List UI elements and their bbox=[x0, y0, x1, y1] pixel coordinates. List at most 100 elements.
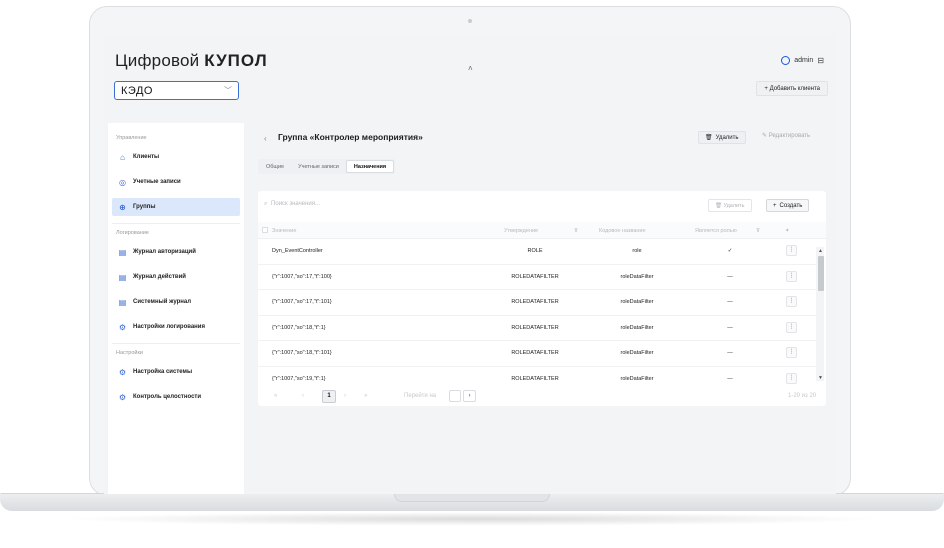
sidebar-section-title: Управление bbox=[116, 135, 147, 141]
sidebar-item-accounts[interactable]: ◎ Учетные записи bbox=[112, 173, 240, 191]
sidebar-item-system-settings[interactable]: ⚙ Настройка системы bbox=[112, 363, 240, 381]
search-icon: ⌕ bbox=[264, 201, 268, 207]
column-code[interactable]: Кодовое название bbox=[599, 228, 646, 234]
gear-icon: ⚙ bbox=[118, 322, 127, 332]
column-claim[interactable]: Утверждение bbox=[504, 228, 538, 234]
next-page-icon[interactable]: › bbox=[344, 393, 346, 399]
laptop-shadow bbox=[60, 512, 884, 526]
table-row[interactable]: Dyn_EventController ROLE role ✓ ⋮ bbox=[258, 239, 816, 265]
cell-code: roleDataFilter bbox=[620, 350, 654, 356]
table-body: Dyn_EventController ROLE role ✓ ⋮ {"r":1007,"… bbox=[258, 239, 816, 392]
column-is-role[interactable]: Является ролью bbox=[695, 228, 737, 234]
sidebar-section-title: Настройки bbox=[116, 350, 143, 356]
user-avatar-icon bbox=[781, 56, 791, 65]
row-menu-icon[interactable]: ⋮ bbox=[786, 372, 797, 384]
sidebar-divider bbox=[112, 343, 240, 344]
cell-code: roleDataFilter bbox=[620, 299, 654, 305]
sidebar-item-clients[interactable]: ⌂ Клиенты bbox=[112, 148, 240, 166]
sidebar: Управление ⌂ Клиенты ◎ Учетные записи ⊕ … bbox=[108, 123, 244, 494]
table-row[interactable]: {"r":1007,"so":17,"t":100} ROLEDATAFILTER… bbox=[258, 265, 816, 290]
sidebar-item-auth-log[interactable]: ▤ Журнал авторизаций bbox=[112, 243, 240, 261]
page-current[interactable]: 1 bbox=[322, 390, 336, 403]
search-input[interactable]: ⌕ Поиск значения... bbox=[264, 201, 320, 208]
cell-claim: ROLE bbox=[527, 248, 543, 254]
cell-code: roleDataFilter bbox=[620, 375, 654, 382]
sidebar-item-label: Настройка системы bbox=[133, 369, 193, 375]
camera-icon bbox=[468, 19, 472, 23]
logout-icon[interactable]: ⊟ bbox=[817, 56, 824, 65]
sidebar-section-title: Логирование bbox=[116, 230, 149, 236]
app-screen: Цифровой КУПОЛ ˄ admin ⊟ КЭДО ﹀ + Добави… bbox=[104, 34, 836, 494]
sidebar-item-integrity[interactable]: ⚙ Контроль целостности bbox=[112, 388, 240, 406]
goto-input[interactable] bbox=[449, 390, 461, 402]
row-menu-icon[interactable]: ⋮ bbox=[786, 321, 797, 333]
home-icon: ⌂ bbox=[120, 152, 125, 162]
create-label: Создать bbox=[779, 202, 803, 209]
assignments-card: ⌕ Поиск значения... 🗑 Удалить + Создать … bbox=[258, 191, 826, 406]
cell-claim: ROLEDATAFILTER bbox=[511, 350, 559, 356]
sidebar-item-groups[interactable]: ⊕ Группы bbox=[112, 198, 240, 216]
scrollbar-thumb[interactable] bbox=[818, 256, 824, 291]
row-menu-icon[interactable]: ⋮ bbox=[786, 270, 797, 282]
create-button[interactable]: + Создать bbox=[766, 199, 810, 212]
first-page-icon[interactable]: « bbox=[274, 393, 277, 399]
tab-assignments[interactable]: Назначения bbox=[345, 160, 395, 173]
sidebar-item-label: Настройки логирования bbox=[133, 324, 205, 330]
sidebar-item-log-settings[interactable]: ⚙ Настройки логирования bbox=[112, 318, 240, 336]
group-tabs: Общие Учетные записи Назначения bbox=[258, 159, 396, 174]
scroll-down-icon[interactable]: ▼ bbox=[818, 375, 823, 381]
tab-accounts[interactable]: Учетные записи bbox=[291, 160, 346, 173]
pagination: « ‹ 1 › » Перейти на › 1-20 из 20 bbox=[258, 390, 826, 404]
group-header: ‹ Группа «Контролер мероприятия» 🗑 Удали… bbox=[250, 123, 830, 178]
trash-icon: 🗑 bbox=[705, 135, 713, 141]
table-row[interactable]: {"r":1007,"so":18,"t":101} ROLEDATAFILTER… bbox=[258, 341, 816, 367]
table-row[interactable]: {"r":1007,"so":17,"t":101} ROLEDATAFILTER… bbox=[258, 290, 816, 316]
user-menu[interactable]: admin ⊟ bbox=[781, 56, 824, 65]
log-icon: ▤ bbox=[118, 297, 127, 307]
prev-page-icon[interactable]: ‹ bbox=[302, 393, 304, 399]
page-title: Группа «Контролер мероприятия» bbox=[278, 132, 423, 142]
cell-value: {"r":1007,"so":18,"t":101} bbox=[272, 350, 332, 356]
gear-icon: ⚙ bbox=[118, 367, 127, 377]
delete-assignment-button[interactable]: 🗑 Удалить bbox=[708, 199, 752, 212]
select-all-checkbox[interactable] bbox=[262, 227, 268, 233]
org-select-value: КЭДО bbox=[121, 84, 153, 97]
column-value[interactable]: Значение bbox=[272, 228, 296, 234]
table-row[interactable]: {"r":1007,"so":18,"t":1} ROLEDATAFILTER ro… bbox=[258, 316, 816, 341]
sidebar-item-system-log[interactable]: ▤ Системный журнал bbox=[112, 293, 240, 311]
delete-group-button[interactable]: 🗑 Удалить bbox=[698, 131, 746, 144]
row-menu-icon[interactable]: ⋮ bbox=[786, 347, 797, 358]
scroll-up-icon[interactable]: ▲ bbox=[818, 248, 823, 254]
laptop-notch bbox=[394, 493, 550, 502]
pin-icon[interactable]: ✦ bbox=[785, 228, 790, 234]
add-client-button[interactable]: + Добавить клиента bbox=[756, 81, 828, 96]
cell-value: {"r":1007,"so":19,"t":1} bbox=[272, 375, 326, 382]
tab-general[interactable]: Общие bbox=[259, 160, 291, 173]
cell-code: role bbox=[632, 248, 642, 254]
app-logo: Цифровой КУПОЛ bbox=[115, 51, 268, 71]
trash-icon: 🗑 bbox=[715, 202, 724, 209]
delete-assignment-label: Удалить bbox=[723, 202, 745, 209]
logo-text: Цифровой bbox=[115, 51, 200, 70]
log-icon: ▤ bbox=[118, 247, 127, 257]
goto-button[interactable]: › bbox=[463, 390, 476, 402]
sidebar-item-label: Контроль целостности bbox=[133, 394, 202, 400]
row-menu-icon[interactable]: ⋮ bbox=[786, 296, 797, 307]
sidebar-item-action-log[interactable]: ▤ Журнал действий bbox=[112, 268, 240, 286]
log-icon: ▤ bbox=[118, 272, 127, 282]
filter-icon[interactable]: ⊽ bbox=[574, 228, 578, 234]
sidebar-item-label: Клиенты bbox=[133, 154, 160, 160]
cell-code: roleDataFilter bbox=[620, 273, 654, 280]
last-page-icon[interactable]: » bbox=[364, 393, 367, 399]
org-select[interactable]: КЭДО ﹀ bbox=[114, 81, 239, 100]
filter-icon[interactable]: ⊽ bbox=[756, 228, 760, 234]
user-icon: ◎ bbox=[119, 177, 126, 187]
edit-group-button[interactable]: ✎ Редактировать bbox=[762, 132, 810, 139]
cell-value: {"r":1007,"so":17,"t":101} bbox=[272, 299, 332, 305]
cell-claim: ROLEDATAFILTER bbox=[511, 273, 559, 280]
row-menu-icon[interactable]: ⋮ bbox=[786, 245, 797, 256]
back-arrow-icon[interactable]: ‹ bbox=[264, 134, 267, 143]
collapse-caret-icon[interactable]: ˄ bbox=[468, 64, 473, 73]
cell-claim: ROLEDATAFILTER bbox=[511, 299, 559, 305]
table-row[interactable]: {"r":1007,"so":19,"t":1} ROLEDATAFILTER ro… bbox=[258, 367, 816, 392]
